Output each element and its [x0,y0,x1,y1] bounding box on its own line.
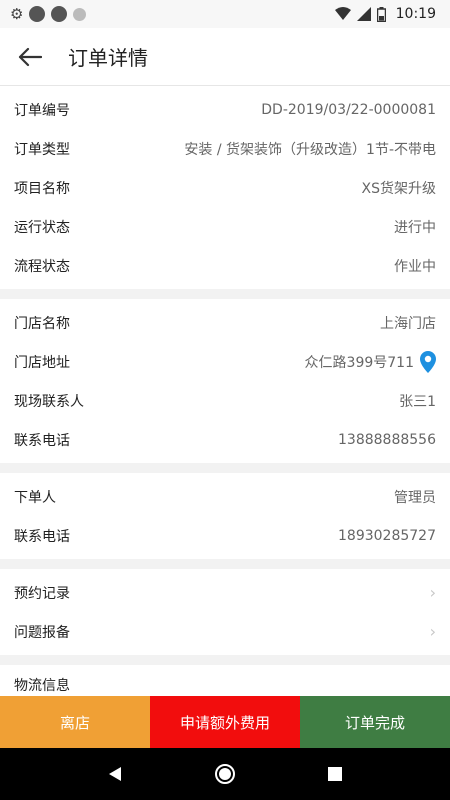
site-contact-row: 现场联系人 张三1 [0,381,450,420]
row-value: 张三1 [399,393,436,410]
signal-icon [356,7,371,21]
notification-dot-icon [73,7,87,21]
wifi-icon [334,7,351,20]
row-value: 18930285727 [338,527,436,544]
order-detail-content[interactable]: 订单编号 DD-2019/03/22-0000081 订单类型 安装 / 货架装… [0,86,450,696]
orderer-info-group: 下单人 管理员 联系电话 18930285727 [0,473,450,559]
notification-dot-icon [51,6,68,22]
row-label: 项目名称 [14,180,70,197]
store-name-row: 门店名称 上海门店 [0,303,450,342]
nav-home-button[interactable] [205,754,245,794]
request-extra-fee-button[interactable]: 申请额外费用 [150,696,300,748]
square-recents-icon [328,767,342,781]
circle-home-icon [215,764,235,784]
row-value: DD-2019/03/22-0000081 [261,101,436,118]
orderer-row: 下单人 管理员 [0,477,450,516]
row-value: 众仁路399号711 [304,354,414,371]
row-label: 问题报备 [14,624,70,641]
row-value: 安装 / 货架装饰（升级改造）1节-不带电 [184,141,436,158]
battery-icon [376,6,386,22]
links-group: 预约记录 › 问题报备 › [0,569,450,655]
row-label: 门店名称 [14,315,70,332]
row-label: 门店地址 [14,354,70,371]
row-label: 预约记录 [14,585,70,602]
app-bar: 订单详情 [0,28,450,86]
row-value: XS货架升级 [361,180,436,197]
row-label: 下单人 [14,489,56,506]
chevron-right-icon: › [429,583,436,602]
map-pin-icon[interactable] [420,350,436,373]
row-value: 作业中 [394,258,436,275]
row-label: 联系电话 [14,528,70,545]
issue-report-row[interactable]: 问题报备 › [0,612,450,651]
row-value: 进行中 [394,219,436,236]
leave-store-button[interactable]: 离店 [0,696,150,748]
row-label: 现场联系人 [14,393,84,410]
row-value: 13888888556 [338,431,436,448]
run-status-row: 运行状态 进行中 [0,207,450,246]
row-label: 流程状态 [14,258,70,275]
row-value-wrap: 众仁路399号711 [304,350,436,373]
back-button[interactable] [0,28,60,86]
system-nav-bar [0,748,450,800]
flow-status-row: 流程状态 作业中 [0,246,450,285]
status-time: 10:19 [395,6,436,22]
appointment-record-row[interactable]: 预约记录 › [0,573,450,612]
status-bar-right: 10:19 [334,6,436,22]
complete-order-button[interactable]: 订单完成 [300,696,450,748]
order-type-row: 订单类型 安装 / 货架装饰（升级改造）1节-不带电 [0,129,450,168]
chevron-right-icon: › [429,622,436,641]
nav-back-button[interactable] [95,754,135,794]
project-name-row: 项目名称 XS货架升级 [0,168,450,207]
triangle-back-icon [109,767,121,781]
notification-dot-icon [29,6,46,22]
status-bar: ⚙ 10:19 [0,0,450,28]
status-bar-left: ⚙ [10,4,87,23]
nav-recents-button[interactable] [315,754,355,794]
action-bar: 离店 申请额外费用 订单完成 [0,696,450,748]
row-value: 管理员 [394,489,436,506]
logistics-label: 物流信息 [14,678,70,694]
row-label: 订单类型 [14,141,70,158]
arrow-left-icon [18,47,42,66]
row-label: 运行状态 [14,219,70,236]
store-info-group: 门店名称 上海门店 门店地址 众仁路399号711 现场联系人 张三1 联系电话… [0,299,450,463]
orderer-phone-row[interactable]: 联系电话 18930285727 [0,516,450,555]
row-label: 联系电话 [14,432,70,449]
page-title: 订单详情 [68,46,148,70]
order-number-row: 订单编号 DD-2019/03/22-0000081 [0,90,450,129]
logistics-section: 物流信息 [0,665,450,696]
store-address-row[interactable]: 门店地址 众仁路399号711 [0,342,450,381]
row-label: 订单编号 [14,102,70,119]
row-value: 上海门店 [380,315,436,332]
order-info-group: 订单编号 DD-2019/03/22-0000081 订单类型 安装 / 货架装… [0,86,450,289]
store-phone-row[interactable]: 联系电话 13888888556 [0,420,450,459]
gear-icon: ⚙ [10,4,24,23]
